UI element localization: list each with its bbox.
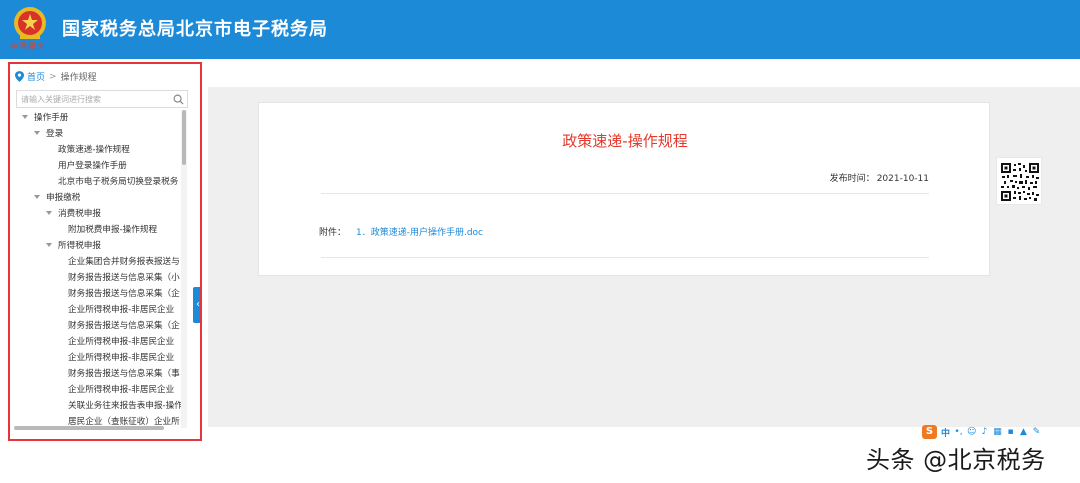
tree-node-surcharge[interactable]: 附加税费申报-操作规程 [68,222,157,238]
tree-node-consumption-tax[interactable]: 消费税申报 [46,206,101,222]
watermark: 头条 @北京税务 [866,446,1046,474]
microphone-icon[interactable]: ♪ [980,427,989,437]
tree-view: 操作手册 登录 政策速递-操作规程 用户登录操作手册 北京市电子税务局切换登录税… [10,110,182,428]
emblem-caption: 中国税务 [10,42,46,51]
site-title: 国家税务总局北京市电子税务局 [62,19,328,40]
sidebar-collapse-button[interactable]: ‹ [193,287,200,323]
tree-node-leaf[interactable]: 财务报告报送与信息采集（企 [68,318,180,334]
breadcrumb: 首页 > 操作规程 [15,70,97,83]
tree-scrollbar-thumb[interactable] [182,110,186,165]
breadcrumb-current: 操作规程 [60,73,97,83]
breadcrumb-home-link[interactable]: 首页 [27,70,45,83]
toolbox-icon[interactable]: ▪ [1006,427,1015,437]
tree-node-leaf[interactable]: 企业所得税申报-非居民企业 [68,302,174,318]
divider-top [321,193,929,194]
attachment-link[interactable]: 1．政策速递-用户操作手册.doc [356,225,483,238]
tree-node-leaf[interactable]: 企业所得税申报-非居民企业 [68,334,174,350]
publish-time: 发布时间： 2021-10-11 [830,171,929,184]
search-box [16,90,188,108]
tree-node-login[interactable]: 登录 [34,126,63,142]
divider-bottom [321,257,929,258]
tree-node-leaf[interactable]: 企业所得税申报-非居民企业 [68,382,174,398]
ime-toolbar: S 中 •, ☺ ♪ ▦ ▪ ▲ ✎ [922,424,1062,440]
tree-node-user-login[interactable]: 用户登录操作手册 [58,158,127,174]
caret-down-icon[interactable] [46,210,52,215]
search-input[interactable] [21,92,169,106]
tree-node-switch-login[interactable]: 北京市电子税务局切换登录税务 [58,174,178,190]
punctuation-icon[interactable]: •, [954,427,963,437]
tree-node-income-tax[interactable]: 所得税申报 [46,238,101,254]
tree-node-leaf[interactable]: 企业集团合并财务报表报送与 [68,254,180,270]
document-card: 政策速递-操作规程 发布时间： 2021-10-11 附件： 1．政策速递-用户操… [258,102,990,276]
tree-node-leaf[interactable]: 企业所得税申报-非居民企业 [68,350,174,366]
emoji-icon[interactable]: ☺ [967,427,976,437]
settings-icon[interactable]: ✎ [1032,427,1041,437]
skin-icon[interactable]: ▲ [1019,427,1028,437]
search-icon[interactable] [173,94,184,105]
caret-down-icon[interactable] [22,114,28,119]
tree-node-declare-tax[interactable]: 申报缴税 [34,190,80,206]
chevron-left-icon: ‹ [196,299,200,310]
breadcrumb-separator: > [49,71,57,82]
tree-node-leaf[interactable]: 财务报告报送与信息采集（小 [68,270,180,286]
tree-node-leaf[interactable]: 关联业务往来报告表申报-操作 [68,398,182,414]
keyboard-icon[interactable]: ▦ [993,427,1002,437]
caret-down-icon[interactable] [34,194,40,199]
tree-node-leaf[interactable]: 财务报告报送与信息采集（事 [68,366,180,382]
top-header: 中国税务 国家税务总局北京市电子税务局 [0,0,1080,59]
location-pin-icon [15,71,24,82]
tree-node-leaf[interactable]: 财务报告报送与信息采集（企 [68,286,180,302]
caret-down-icon[interactable] [34,130,40,135]
publish-date: 2021-10-11 [876,174,929,184]
ime-language-toggle[interactable]: 中 [941,426,950,439]
tree-node-policy[interactable]: 政策速递-操作规程 [58,142,130,158]
tree-horizontal-scrollbar[interactable] [14,426,164,430]
attachment-label: 附件： [319,228,347,238]
caret-down-icon[interactable] [46,242,52,247]
document-title: 政策速递-操作规程 [562,132,688,150]
sogou-ime-logo[interactable]: S [922,425,937,439]
sidebar-panel: 首页 > 操作规程 操作手册 登录 政策速递-操作规程 用户登录操作手册 北京市… [8,62,202,441]
tree-node-manual[interactable]: 操作手册 [22,110,68,126]
publish-label: 发布时间： [829,174,875,184]
qr-code-icon [996,157,1042,205]
